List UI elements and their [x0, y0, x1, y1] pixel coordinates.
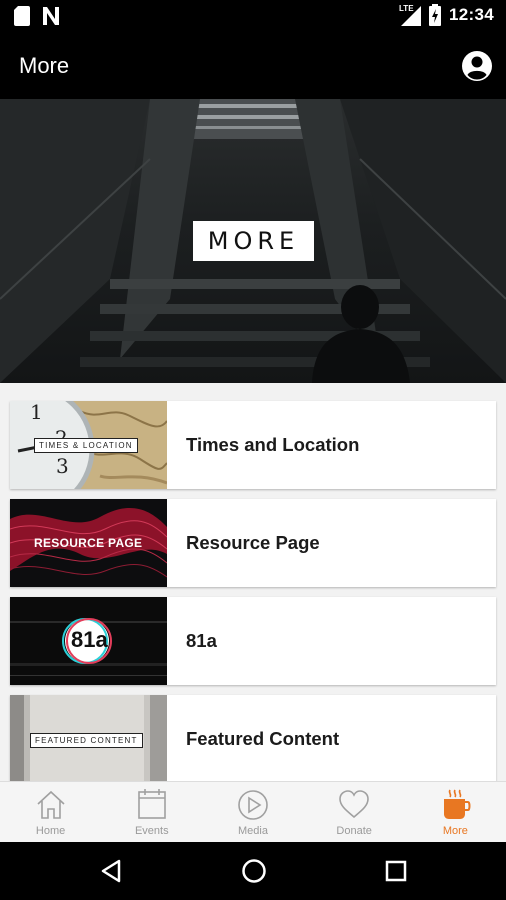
play-icon	[238, 790, 268, 820]
nav-label: Media	[237, 825, 268, 837]
home-circle-icon[interactable]	[239, 856, 269, 886]
clock-map-thumbnail: 1 2 3 TIMES & LOCATION	[10, 401, 167, 489]
nav-events[interactable]: Events	[101, 782, 202, 843]
list-item-81a[interactable]: 81a 81a	[10, 597, 496, 685]
more-list: 1 2 3 TIMES & LOCATION Times and Locatio…	[0, 383, 506, 781]
thumbnail-caption: FEATURED CONTENT	[30, 733, 143, 748]
nav-home[interactable]: Home	[0, 782, 101, 843]
coffee-cup-icon	[444, 789, 471, 819]
clock: 12:34	[449, 5, 494, 24]
nav-label: Home	[35, 825, 66, 837]
status-bar: LTE 12:34	[0, 0, 506, 33]
system-navigation-bar	[0, 842, 506, 900]
list-item-times-and-location[interactable]: 1 2 3 TIMES & LOCATION Times and Locatio…	[10, 401, 496, 489]
list-item-featured-content[interactable]: FEATURED CONTENT Featured Content	[10, 695, 496, 781]
bottom-navigation: Home Events Media Donate More	[0, 781, 506, 842]
account-circle-icon[interactable]	[462, 51, 492, 81]
battery-icon	[429, 4, 442, 26]
thumbnail-caption: 81a	[71, 627, 108, 652]
list-item-label: Resource Page	[186, 532, 320, 553]
list-item-label: Featured Content	[186, 728, 340, 749]
list-item-resource-page[interactable]: RESOURCE PAGE Resource Page	[10, 499, 496, 587]
nav-donate[interactable]: Donate	[304, 782, 405, 843]
nav-label: More	[442, 825, 468, 837]
page-title: More	[19, 53, 70, 78]
list-item-label: 81a	[186, 630, 217, 651]
sd-card-icon	[14, 6, 30, 26]
nav-label: Events	[134, 825, 169, 837]
hero-title-badge: MORE	[193, 221, 314, 261]
red-wave-thumbnail: RESOURCE PAGE	[10, 499, 167, 587]
hero-banner: MORE	[0, 99, 506, 383]
app-bar: More	[0, 33, 506, 99]
nav-label: Donate	[336, 825, 372, 837]
nav-media[interactable]: Media	[202, 782, 303, 843]
svg-text:1: 1	[30, 401, 43, 424]
thumbnail-caption: RESOURCE PAGE	[34, 536, 143, 550]
81a-logo-thumbnail: 81a	[10, 597, 167, 685]
nav-more[interactable]: More	[405, 782, 506, 843]
heart-icon	[339, 790, 369, 819]
list-item-label: Times and Location	[186, 434, 360, 455]
thumbnail-caption: TIMES & LOCATION	[34, 438, 138, 453]
recents-icon[interactable]	[381, 856, 411, 886]
home-icon	[37, 790, 65, 819]
n-notification-icon	[43, 7, 59, 25]
wall-thumbnail: FEATURED CONTENT	[10, 695, 167, 781]
hero-title: MORE	[207, 227, 300, 255]
svg-text:3: 3	[56, 454, 69, 478]
back-icon[interactable]	[97, 856, 127, 886]
calendar-icon	[137, 789, 166, 819]
signal-icon: LTE	[399, 4, 422, 26]
